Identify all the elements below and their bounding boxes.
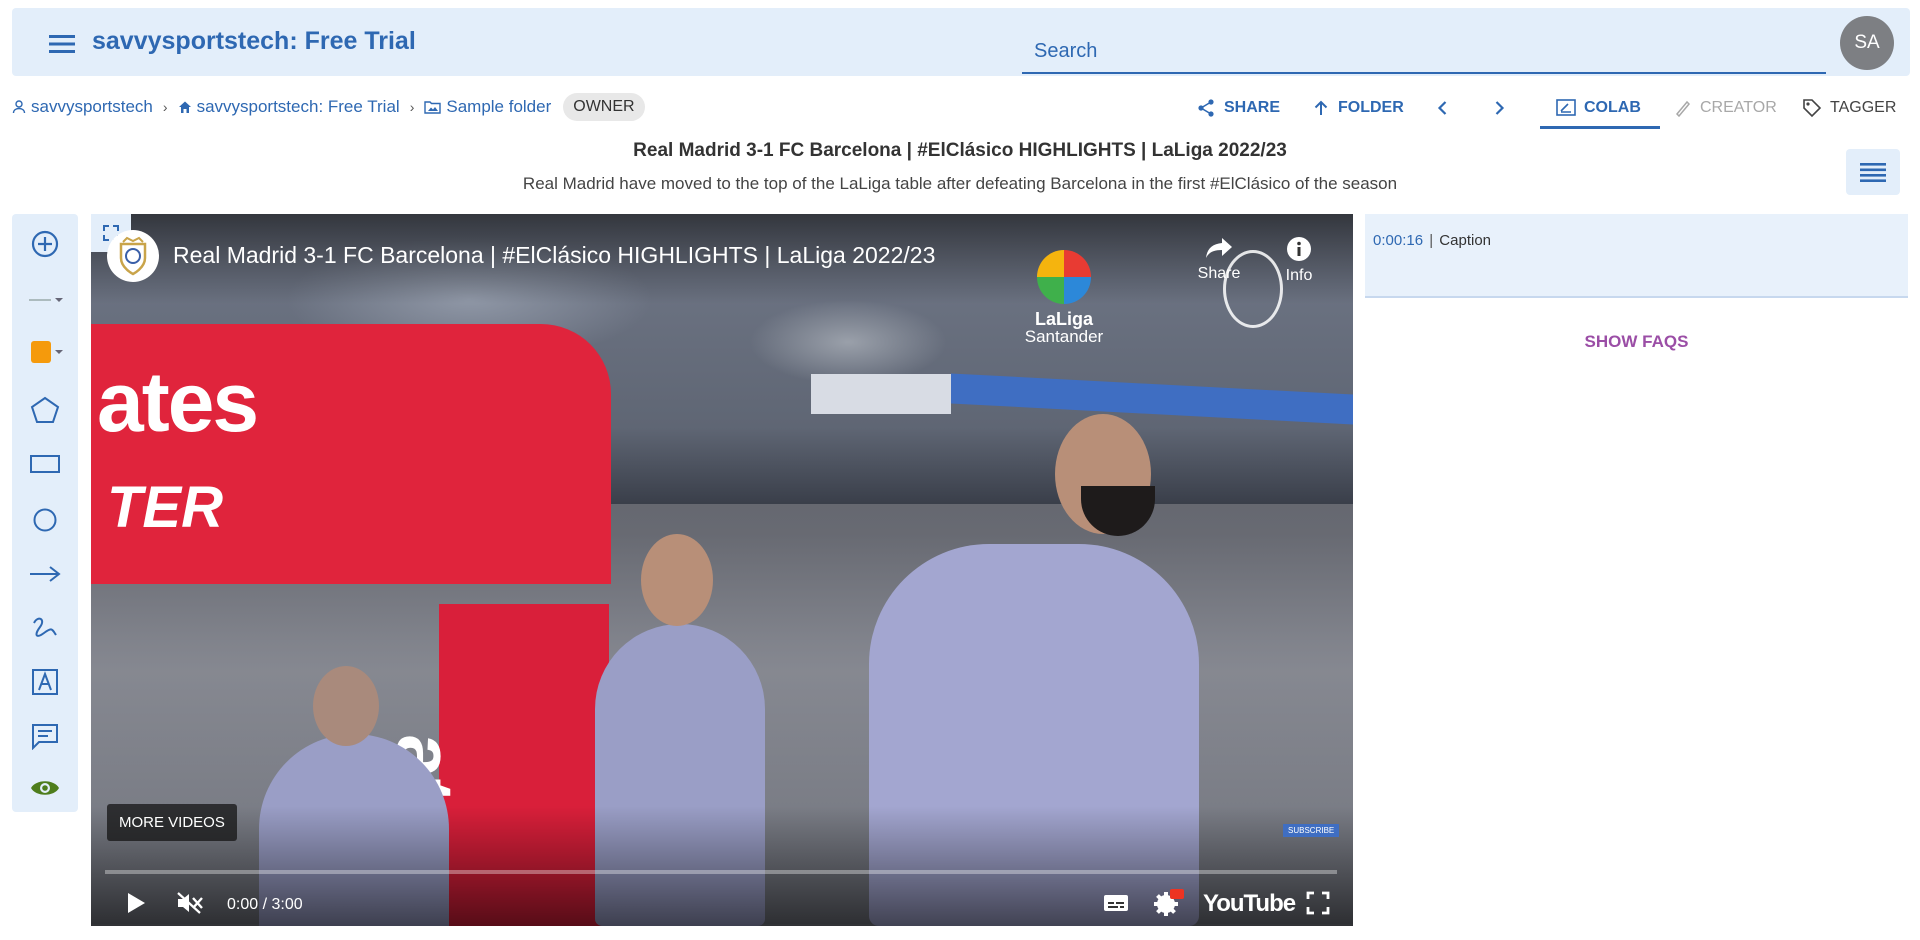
list-view-button[interactable] [1846, 149, 1900, 195]
brush-icon [1675, 100, 1691, 117]
tagger-action: TAGGER [1802, 98, 1896, 118]
settings-gear-icon[interactable] [1147, 886, 1191, 920]
video-description: Real Madrid have moved to the top of the… [522, 174, 1398, 193]
caption-timestamp[interactable]: 0:00:16 [1373, 232, 1423, 249]
info-icon [1287, 237, 1311, 261]
role-chip: OWNER [563, 93, 645, 121]
stadium-band [811, 374, 951, 414]
caption-text: Caption [1439, 232, 1491, 249]
share-label: SHARE [1224, 99, 1281, 116]
captions-icon[interactable] [1099, 886, 1133, 920]
tab-creator[interactable]: CREATOR [1674, 88, 1777, 128]
breadcrumb-label: savvysportstech: Free Trial [196, 97, 400, 116]
yt-share-button[interactable]: Share [1189, 236, 1249, 283]
freehand-icon[interactable] [12, 608, 78, 648]
show-faqs-button[interactable]: SHOW FAQS [1365, 332, 1908, 352]
text-box-icon[interactable] [12, 662, 78, 702]
annotation-toolbar [12, 214, 78, 812]
laliga-logo: LaLiga Santander [1009, 250, 1119, 346]
chevron-right-icon: › [162, 99, 168, 115]
laliga-ball-icon [1037, 250, 1091, 304]
rectangle-icon[interactable] [12, 444, 78, 484]
breadcrumb: savvysportstech › savvysportstech: Free … [12, 92, 645, 122]
caption-item[interactable]: 0:00:16 | Caption [1365, 214, 1908, 298]
folder-action: FOLDER [1312, 99, 1404, 117]
creator-label: CREATOR [1700, 99, 1777, 116]
eye-icon[interactable] [12, 768, 78, 808]
chevron-right-icon [1495, 101, 1505, 115]
search-field [1022, 32, 1826, 74]
search-input[interactable] [1022, 32, 1826, 70]
share-icon [1198, 99, 1214, 117]
player-head [641, 534, 713, 626]
tagger-label: TAGGER [1830, 99, 1897, 116]
breadcrumb-folder[interactable]: Sample folder [424, 97, 551, 117]
tab-tagger[interactable]: TAGGER [1802, 88, 1896, 128]
folder-label: FOLDER [1338, 99, 1404, 116]
active-tab-indicator [1540, 126, 1660, 129]
home-icon [178, 101, 191, 113]
banner-text: TER [107, 475, 223, 540]
progress-bar[interactable] [105, 870, 1337, 874]
list-icon [1860, 163, 1886, 182]
edit-note-icon [1556, 99, 1576, 116]
colab-label: COLAB [1584, 99, 1641, 116]
chevron-left-icon [1437, 101, 1447, 115]
more-videos-button[interactable]: MORE VIDEOS [107, 804, 237, 841]
channel-logo[interactable] [107, 230, 159, 282]
breadcrumb-project[interactable]: savvysportstech: Free Trial [178, 97, 400, 117]
video-title: Real Madrid 3-1 FC Barcelona | #ElClásic… [633, 140, 1287, 161]
youtube-logo[interactable]: YouTube [1203, 890, 1296, 918]
app-bar: savvysportstech: Free Trial SA [12, 8, 1910, 76]
player-controls: 0:00 / 3:00 YouTube [91, 880, 1353, 926]
previous-button[interactable] [1434, 88, 1452, 128]
arrow-icon[interactable] [12, 554, 78, 594]
comment-icon[interactable] [12, 716, 78, 756]
color-swatch-icon[interactable] [12, 332, 78, 372]
breadcrumb-label: Sample folder [446, 97, 552, 116]
caption-row: 0:00:16 | Caption [1373, 232, 1491, 249]
arrow-up-icon [1314, 100, 1328, 115]
line-style-icon[interactable] [12, 280, 78, 320]
tag-icon [1803, 99, 1822, 118]
banner-text: ates [97, 355, 259, 449]
breadcrumb-label: savvysportstech [31, 97, 153, 116]
user-avatar[interactable]: SA [1840, 16, 1894, 70]
share-button[interactable]: SHARE [1196, 88, 1280, 128]
fullscreen-icon[interactable] [1301, 886, 1335, 920]
player-title[interactable]: Real Madrid 3-1 FC Barcelona | #ElClásic… [173, 242, 935, 269]
app-title: savvysportstech: Free Trial [92, 27, 416, 55]
tab-colab[interactable]: COLAB [1556, 88, 1641, 128]
player-head [313, 666, 379, 746]
add-circle-icon[interactable] [12, 224, 78, 264]
time-display: 0:00 / 3:00 [227, 896, 303, 913]
next-button[interactable] [1490, 88, 1508, 128]
folder-image-icon [424, 101, 442, 114]
creator-action: CREATOR [1674, 99, 1777, 117]
yt-share-label: Share [1197, 265, 1241, 282]
video-player[interactable]: ates TER ates Real Madrid 3-1 FC Barcelo… [91, 214, 1353, 926]
mute-icon[interactable] [173, 886, 207, 920]
share-action: SHARE [1196, 98, 1280, 118]
yt-info-button[interactable]: Info [1275, 236, 1323, 285]
folder-button[interactable]: FOLDER [1312, 88, 1404, 128]
chevron-right-icon: › [409, 99, 415, 115]
hamburger-menu-icon[interactable] [38, 29, 86, 59]
play-icon[interactable] [119, 886, 153, 920]
share-arrow-icon [1206, 238, 1232, 258]
subscribe-watermark[interactable]: SUBSCRIBE [1283, 824, 1340, 837]
laliga-text: LaLiga [1034, 309, 1093, 329]
laliga-text: Santander [1024, 327, 1104, 346]
yt-info-label: Info [1285, 267, 1313, 284]
person-icon [12, 100, 26, 114]
circle-icon[interactable] [12, 500, 78, 540]
breadcrumb-account[interactable]: savvysportstech [12, 97, 153, 117]
colab-action: COLAB [1556, 99, 1641, 117]
caption-separator: | [1429, 232, 1434, 249]
pentagon-icon[interactable] [12, 390, 78, 430]
